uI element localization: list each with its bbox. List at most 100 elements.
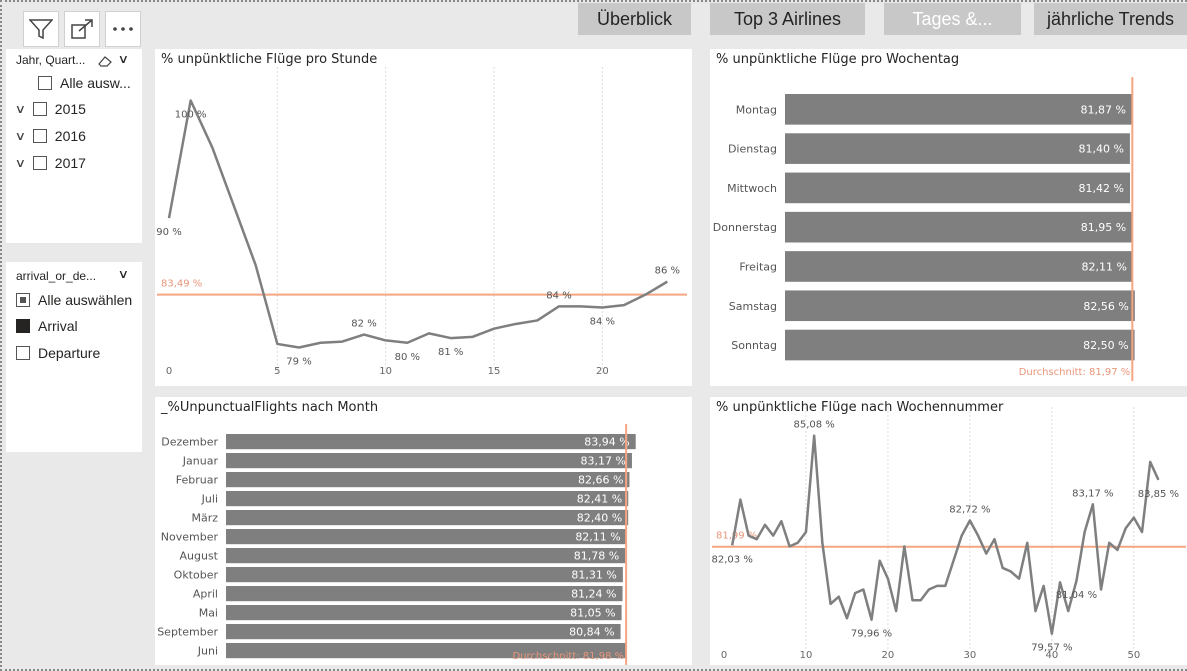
- data-label: 81,95 %: [1081, 221, 1126, 234]
- bar: [226, 453, 632, 469]
- hour-line-chart: 0 5 10 15 20 83,49 % 90 % 100 % 79 % 82 % 80 % 81 %…: [156, 67, 687, 377]
- series-line: [730, 434, 1160, 635]
- x-tick-label: 50: [1127, 650, 1140, 661]
- slicer-item-label: 2015: [54, 101, 86, 117]
- eraser-icon[interactable]: [97, 54, 113, 68]
- filter-icon: [29, 19, 53, 40]
- category-label: Januar: [182, 455, 219, 468]
- nav-tages-button[interactable]: Tages &...: [884, 3, 1021, 35]
- category-label: März: [191, 512, 218, 525]
- data-label: 81,04 %: [1056, 590, 1097, 601]
- weekday-bar-chart: Montag 81,87 % Dienstag 81,40 % Mittwoch 81,4…: [713, 77, 1135, 381]
- data-label: 100 %: [175, 110, 207, 121]
- category-label: Samstag: [729, 300, 777, 313]
- checkbox[interactable]: [16, 346, 30, 360]
- slicer-item-departure[interactable]: Departure: [16, 345, 100, 361]
- data-label: 82,72 %: [949, 505, 990, 516]
- category-label: Mittwoch: [727, 182, 777, 195]
- checkbox[interactable]: [16, 293, 30, 307]
- bar: [226, 434, 636, 450]
- x-tick-label: 5: [274, 366, 280, 377]
- slicer-item-2015[interactable]: ∨ 2015: [15, 101, 86, 117]
- week-chart-panel[interactable]: % unpünktliche Flüge nach Wochennummer 0…: [710, 397, 1187, 665]
- chevron-down-icon[interactable]: ∨: [15, 129, 26, 143]
- data-label: 83,94 %: [584, 436, 629, 449]
- data-label: 79,57 %: [1031, 643, 1072, 654]
- chevron-down-icon[interactable]: ∨: [15, 156, 26, 170]
- data-label: 84 %: [546, 290, 571, 301]
- data-label: 83,17 %: [1072, 488, 1113, 499]
- nav-overview-button[interactable]: Überblick: [578, 3, 691, 35]
- data-label: 82,40 %: [577, 512, 622, 525]
- nav-trends-button[interactable]: jährliche Trends: [1034, 3, 1187, 35]
- category-label: Sonntag: [731, 339, 777, 352]
- data-label: 81,87 %: [1080, 103, 1125, 116]
- slicer-item-2017[interactable]: ∨ 2017: [15, 155, 86, 171]
- month-chart-panel[interactable]: _%UnpunctualFlights nach Month Dezember 8…: [155, 397, 692, 665]
- category-label: Dezember: [161, 436, 218, 449]
- category-label: Februar: [176, 474, 219, 487]
- slicer-item-select-all[interactable]: Alle ausw...: [38, 75, 131, 91]
- data-label: 83,17 %: [580, 455, 625, 468]
- chevron-down-icon[interactable]: ∨: [118, 267, 129, 281]
- checkbox[interactable]: [16, 319, 30, 333]
- nav-top3-button[interactable]: Top 3 Airlines: [710, 3, 865, 35]
- checkbox[interactable]: [32, 156, 47, 170]
- category-label: Mai: [199, 607, 218, 620]
- data-label: 80,84 %: [569, 626, 614, 639]
- data-label: 82,66 %: [578, 474, 623, 487]
- filter-icon-button[interactable]: [23, 11, 59, 47]
- slicer-item-label: Alle auswählen: [38, 292, 133, 308]
- data-label: 79,96 %: [851, 629, 892, 640]
- focus-mode-icon: [71, 19, 93, 39]
- hour-chart-panel[interactable]: % unpünktliche Flüge pro Stunde 0 5 10 15 20…: [155, 49, 692, 386]
- bar: [226, 605, 622, 621]
- bar: [226, 472, 630, 488]
- slicer-item-2016[interactable]: ∨ 2016: [15, 128, 86, 144]
- slicer-item-label: 2017: [54, 155, 86, 171]
- slicer-item-label: Alle ausw...: [60, 75, 131, 91]
- bar: [226, 510, 629, 526]
- more-options-icon: [113, 27, 133, 31]
- category-label: Juli: [201, 493, 218, 506]
- bar: [226, 548, 626, 564]
- data-label: 81 %: [438, 347, 463, 358]
- data-label: 81,05 %: [570, 607, 615, 620]
- data-label: 81,78 %: [574, 550, 619, 563]
- category-label: Montag: [736, 103, 777, 116]
- chevron-down-icon[interactable]: ∨: [15, 102, 26, 116]
- category-label: April: [193, 588, 218, 601]
- category-label: Donnerstag: [713, 221, 777, 234]
- category-label: August: [180, 550, 219, 563]
- data-label: 82,11 %: [575, 531, 620, 544]
- data-label: 82,11 %: [1081, 260, 1126, 273]
- bar: [226, 529, 627, 545]
- data-label: 82,50 %: [1083, 339, 1128, 352]
- canvas-edge-left: [0, 0, 3, 671]
- slicer-item-select-all[interactable]: Alle auswählen: [16, 292, 132, 308]
- bar: [785, 290, 1135, 322]
- data-label: 85,08 %: [794, 420, 835, 431]
- category-label: November: [161, 531, 219, 544]
- average-label: 83,49 %: [161, 279, 202, 290]
- chevron-down-icon[interactable]: ∨: [118, 52, 129, 66]
- checkbox[interactable]: [32, 102, 47, 116]
- data-label: 81,24 %: [571, 588, 616, 601]
- data-label: 81,42 %: [1079, 182, 1124, 195]
- bar: [226, 624, 621, 640]
- week-line-chart: 0 10 20 30 40 5081,99 %82,03 %85,08 %79,96 %8…: [712, 407, 1186, 661]
- bar: [226, 567, 623, 583]
- arrival-departure-slicer: arrival_or_de... ∨ Alle auswählen Arriva…: [6, 262, 142, 452]
- more-options-button[interactable]: [105, 11, 141, 47]
- slicer-item-label: Arrival: [38, 318, 78, 334]
- bar: [226, 491, 629, 507]
- x-tick-label: 10: [800, 650, 813, 661]
- checkbox[interactable]: [38, 76, 52, 90]
- weekday-chart-panel[interactable]: % unpünktliche Flüge pro Wochentag Monta…: [710, 49, 1187, 386]
- x-tick-label: 0: [721, 650, 727, 661]
- average-label: Durchschnitt: 81,98 %: [512, 651, 624, 662]
- checkbox[interactable]: [32, 129, 47, 143]
- focus-mode-button[interactable]: [64, 11, 100, 47]
- slicer-item-arrival[interactable]: Arrival: [16, 318, 78, 334]
- category-label: Oktober: [174, 569, 219, 582]
